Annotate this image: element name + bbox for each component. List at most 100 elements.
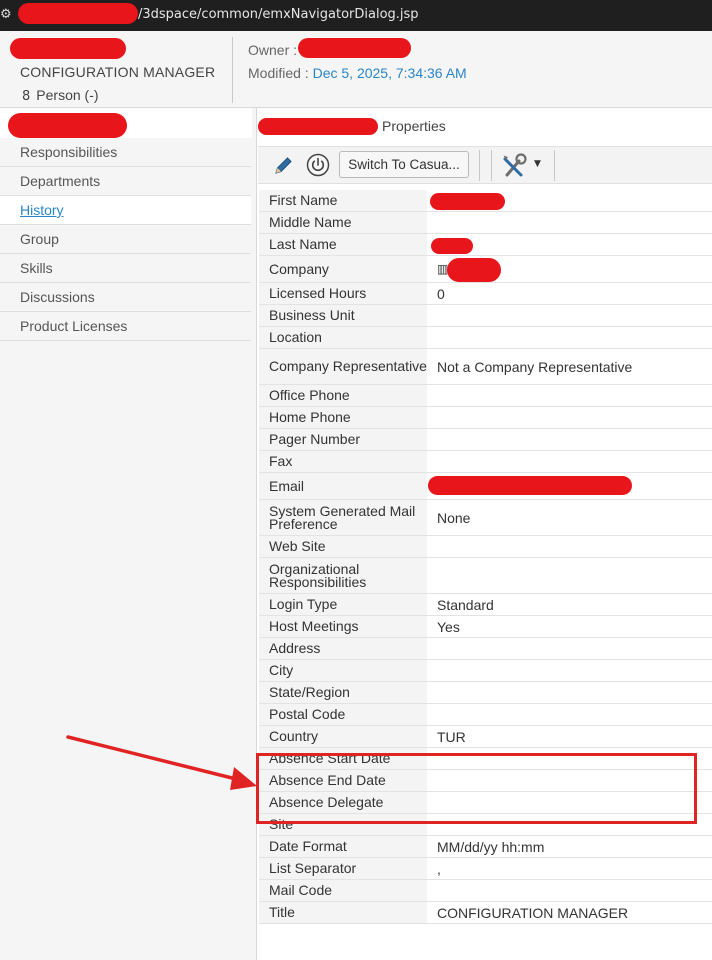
property-value: [427, 305, 712, 326]
nav-item-departments[interactable]: Departments: [0, 167, 251, 196]
redaction-nav-header: [8, 113, 127, 138]
property-label: System Generated Mail Preference: [259, 500, 427, 535]
redaction-owner: [298, 38, 411, 58]
property-value: [427, 682, 712, 703]
nav-item-group[interactable]: Group: [0, 225, 251, 254]
property-row-organizational-responsibilities: Organizational Responsibilities: [259, 558, 712, 594]
power-icon[interactable]: [306, 153, 330, 177]
property-row-business-unit: Business Unit: [259, 305, 712, 327]
property-label: Office Phone: [259, 385, 427, 406]
toolbar-separator: [491, 150, 492, 181]
main-panel: Properties Switch To Casua... ▼ First Na…: [258, 108, 712, 960]
redaction-email: [428, 476, 632, 495]
property-row-address: Address: [259, 638, 712, 660]
object-title: CONFIGURATION MANAGER: [20, 64, 216, 80]
pencil-icon[interactable]: [272, 155, 294, 177]
property-row-middle-name: Middle Name: [259, 212, 712, 234]
redaction-url: [18, 3, 138, 24]
owner-label: Owner :: [248, 42, 298, 58]
property-value: MM/dd/yy hh:mm: [437, 838, 545, 855]
property-label: Business Unit: [259, 305, 427, 326]
property-label: Middle Name: [259, 212, 427, 233]
property-row-date-format: Date Format MM/dd/yy hh:mm: [259, 836, 712, 858]
redaction-first-name: [430, 193, 505, 210]
property-row-title: Title CONFIGURATION MANAGER: [259, 902, 712, 924]
property-value: None: [437, 509, 471, 526]
property-label: Home Phone: [259, 407, 427, 428]
property-label: Title: [259, 902, 427, 923]
property-row-web-site: Web Site: [259, 536, 712, 558]
property-row-city: City: [259, 660, 712, 682]
property-label: Company: [259, 256, 427, 282]
nav-item-discussions[interactable]: Discussions: [0, 283, 251, 312]
property-value: Standard: [437, 596, 494, 613]
tools-icon[interactable]: [501, 153, 529, 179]
chevron-down-icon[interactable]: ▼: [534, 159, 541, 169]
property-label: Postal Code: [259, 704, 427, 725]
nav-item-product-licenses[interactable]: Product Licenses: [0, 312, 251, 341]
property-label: Login Type: [259, 594, 427, 615]
property-row-licensed-hours: Licensed Hours 0: [259, 283, 712, 305]
property-label: Fax: [259, 451, 427, 472]
site-settings-icon[interactable]: ⚙: [0, 6, 12, 24]
property-value: [427, 212, 712, 233]
property-value: ,: [437, 860, 441, 877]
nav-item-history[interactable]: History: [0, 196, 251, 225]
property-value: [427, 451, 712, 472]
property-value: 0: [437, 285, 445, 302]
property-label: Address: [259, 638, 427, 659]
properties-toolbar: Switch To Casua... ▼: [258, 146, 712, 184]
property-value: [427, 660, 712, 681]
object-type: 8 Person (-): [22, 87, 99, 104]
switch-to-casual-button[interactable]: Switch To Casua...: [339, 151, 469, 178]
toolbar-separator: [554, 150, 555, 181]
property-value: [427, 536, 712, 557]
nav-item-responsibilities[interactable]: Responsibilities: [0, 138, 251, 167]
toolbar-separator: [479, 150, 480, 181]
property-row-mail-code: Mail Code: [259, 880, 712, 902]
url-text[interactable]: /3dspace/common/emxNavigatorDialog.jsp: [138, 7, 419, 22]
property-row-host-meetings: Host Meetings Yes: [259, 616, 712, 638]
properties-title: Properties: [382, 118, 446, 134]
redaction-company: [447, 258, 501, 282]
property-row-last-name: Last Name: [259, 234, 712, 256]
nav-item-skills[interactable]: Skills: [0, 254, 251, 283]
property-row-home-phone: Home Phone: [259, 407, 712, 429]
property-label: Pager Number: [259, 429, 427, 450]
property-label: Licensed Hours: [259, 283, 427, 304]
property-label: Host Meetings: [259, 616, 427, 637]
property-label: Last Name: [259, 234, 427, 255]
property-value: [427, 385, 712, 406]
property-row-list-separator: List Separator,: [259, 858, 712, 880]
property-label: City: [259, 660, 427, 681]
redaction-properties-title: [258, 118, 378, 135]
property-row-office-phone: Office Phone: [259, 385, 712, 407]
left-nav: Responsibilities Departments History Gro…: [0, 108, 257, 960]
property-label: Country: [259, 726, 427, 747]
annotation-arrow: [66, 735, 257, 790]
property-value: [427, 407, 712, 428]
redaction-last-name: [431, 238, 473, 254]
property-row-fax: Fax: [259, 451, 712, 473]
property-label: Organizational Responsibilities: [259, 558, 427, 593]
property-label: List Separator: [259, 858, 427, 879]
property-label: Web Site: [259, 536, 427, 557]
property-label: Location: [259, 327, 427, 348]
property-value: Not a Company Representative: [437, 358, 633, 375]
property-value: [427, 880, 712, 901]
modified-row: Modified : Dec 5, 2025, 7:34:36 AM: [248, 65, 467, 81]
property-value: [427, 704, 712, 725]
property-row-state-region: State/Region: [259, 682, 712, 704]
property-value: CONFIGURATION MANAGER: [437, 904, 629, 921]
header-divider: [232, 37, 233, 103]
property-row-location: Location: [259, 327, 712, 349]
property-label: State/Region: [259, 682, 427, 703]
property-value: [427, 638, 712, 659]
property-label: First Name: [259, 190, 427, 211]
property-row-company-representative: Company Representative Not a Company Repr…: [259, 349, 712, 385]
property-label: Mail Code: [259, 880, 427, 901]
modified-date: Dec 5, 2025, 7:34:36 AM: [312, 65, 467, 81]
property-value: [427, 558, 712, 593]
property-value: [427, 429, 712, 450]
object-type-label: Person (-): [36, 87, 99, 103]
